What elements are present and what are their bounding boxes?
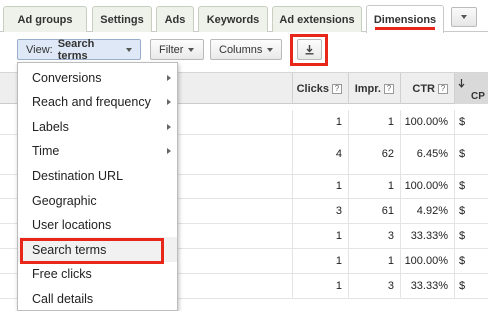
cell-ctr: 100.00% [400,174,454,198]
menu-item-label: User locations [32,218,112,233]
cell-cpc: $ [454,110,488,134]
menu-item-call-details[interactable]: Call details [18,286,177,311]
cell-impr: 61 [348,199,400,223]
cell-ctr: 100.00% [400,249,454,273]
cell-cpc: $ [454,199,488,223]
sort-descending-icon [458,79,465,88]
menu-item-conversions[interactable]: Conversions [18,65,177,90]
menu-item-free-clicks[interactable]: Free clicks [18,262,177,287]
column-header-cpc[interactable]: CP [454,73,488,104]
chevron-right-icon [167,123,171,130]
tab-label: Dimensions [373,13,437,26]
tab-ads[interactable]: Ads [156,6,194,32]
cell-clicks: 1 [292,174,348,198]
chevron-right-icon [167,99,171,106]
cell-clicks: 3 [292,199,348,223]
chevron-right-icon [167,148,171,155]
column-header-clicks[interactable]: Clicks ? [292,73,348,104]
chevron-down-icon [188,47,195,52]
menu-item-user-locations[interactable]: User locations [18,213,177,238]
download-highlight-box [290,34,328,66]
menu-item-label: Free clicks [32,267,92,282]
menu-item-reach-and-frequency[interactable]: Reach and frequency [18,90,177,115]
cell-cpc: $ [454,224,488,248]
cell-clicks: 1 [292,224,348,248]
tab-keywords[interactable]: Keywords [198,6,268,32]
cell-cpc: $ [454,174,488,198]
cell-impr: 1 [348,110,400,134]
tab-label: Ad extensions [279,13,355,26]
columns-label: Columns [219,43,263,56]
filter-button[interactable]: Filter [150,39,204,60]
menu-item-geographic[interactable]: Geographic [18,188,177,213]
selection-highlight-box [20,238,164,264]
cell-impr: 3 [348,224,400,248]
more-tabs-button[interactable] [451,7,477,27]
tab-bar: Ad groups Settings Ads Keywords Ad exten… [0,0,488,33]
tab-label: Settings [100,13,144,26]
chevron-down-icon [461,15,467,19]
chevron-down-icon [267,47,274,52]
menu-item-label: Labels [32,119,69,134]
menu-item-label: Time [32,144,60,159]
header-label: Impr. [354,82,381,95]
help-icon[interactable]: ? [438,83,448,94]
tab-dimensions[interactable]: Dimensions [366,5,444,33]
active-tab-highlight [375,27,435,30]
cell-impr: 62 [348,134,400,174]
cell-impr: 1 [348,174,400,198]
view-value: Search terms [57,37,95,62]
tab-label: Ad groups [17,13,73,26]
menu-item-label: Reach and frequency [32,95,151,110]
column-header-impr[interactable]: Impr. ? [348,73,400,104]
cell-impr: 3 [348,274,400,298]
header-label: CTR [412,82,435,95]
cell-ctr: 6.45% [400,134,454,174]
tab-label: Keywords [206,13,260,26]
cell-cpc: $ [454,274,488,298]
cell-ctr: 100.00% [400,110,454,134]
menu-item-time[interactable]: Time [18,139,177,164]
chevron-down-icon [126,47,132,52]
filter-label: Filter [159,43,184,56]
cell-ctr: 4.92% [400,199,454,223]
columns-button[interactable]: Columns [210,39,282,60]
cell-cpc: $ [454,249,488,273]
menu-item-labels[interactable]: Labels [18,114,177,139]
cell-cpc: $ [454,134,488,174]
view-dropdown-button[interactable]: View: Search terms [17,37,141,62]
header-label: CP [471,91,485,102]
menu-item-label: Geographic [32,193,97,208]
help-icon[interactable]: ? [384,83,394,94]
tab-settings[interactable]: Settings [92,6,152,32]
cell-impr: 1 [348,249,400,273]
cell-ctr: 33.33% [400,224,454,248]
help-icon[interactable]: ? [332,83,342,94]
column-header-ctr[interactable]: CTR ? [400,73,454,104]
view-dropdown-menu: Conversions Reach and frequency Labels Time… [17,62,178,311]
view-label: View: [26,43,53,56]
header-label: Clicks [296,82,329,95]
menu-item-label: Conversions [32,70,102,85]
tab-label: Ads [164,13,186,26]
cell-clicks: 1 [292,249,348,273]
cell-clicks: 4 [292,134,348,174]
menu-item-destination-url[interactable]: Destination URL [18,163,177,188]
cell-clicks: 1 [292,274,348,298]
chevron-right-icon [167,74,171,81]
cell-clicks: 1 [292,110,348,134]
cell-ctr: 33.33% [400,274,454,298]
tab-ad-groups[interactable]: Ad groups [3,6,87,32]
menu-item-label: Call details [32,291,94,306]
menu-item-label: Destination URL [32,168,124,183]
tab-ad-extensions[interactable]: Ad extensions [272,6,362,32]
